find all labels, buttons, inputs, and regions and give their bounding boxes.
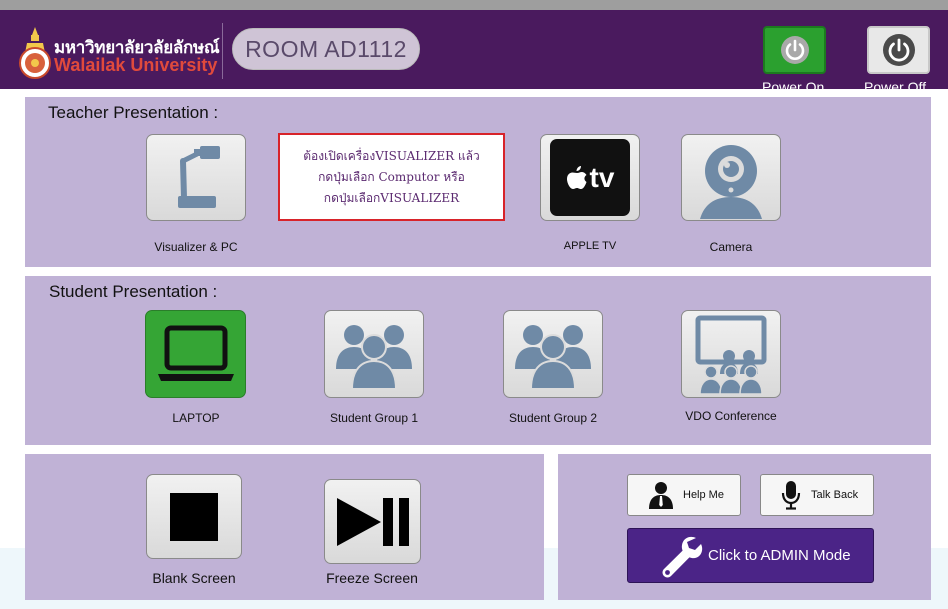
teacher-panel-title: Teacher Presentation : — [48, 103, 219, 122]
document-camera-icon — [178, 145, 220, 208]
vdo-conference-button[interactable] — [681, 310, 781, 398]
microphone-icon — [781, 481, 801, 510]
vdo-conference-label: VDO Conference — [685, 409, 777, 423]
header-divider — [222, 23, 223, 79]
stop-square-icon — [170, 492, 218, 541]
student-group-1-label: Student Group 1 — [329, 411, 419, 425]
power-icon — [882, 34, 915, 66]
apple-tv-button[interactable]: tv — [540, 134, 640, 221]
student-group-2-label: Student Group 2 — [508, 411, 598, 425]
header-bar: มหาวิทยาลัยวลัยลักษณ์ Walailak Universit… — [0, 10, 948, 95]
admin-mode-button[interactable]: Click to ADMIN Mode — [627, 528, 874, 583]
person-icon — [649, 482, 673, 509]
student-panel-title: Student Presentation : — [49, 282, 218, 301]
camera-label: Camera — [709, 240, 753, 254]
laptop-icon — [157, 325, 234, 381]
notice-line-3: กดปุ่มเลือกVISUALIZER — [323, 190, 460, 205]
help-me-button[interactable]: Help Me — [627, 474, 741, 516]
university-crest-icon — [19, 27, 51, 79]
play-pause-icon — [336, 497, 409, 546]
notice-line-1: ต้องเปิดเครื่องVISUALIZER แล้ว — [303, 148, 480, 163]
talk-back-button[interactable]: Talk Back — [760, 474, 874, 516]
apple-logo-icon — [566, 165, 587, 189]
freeze-screen-label: Freeze Screen — [326, 570, 418, 586]
student-group-1-button[interactable] — [324, 310, 424, 398]
camera-button[interactable] — [681, 134, 781, 221]
visualizer-label: Visualizer & PC — [154, 240, 238, 254]
room-badge: ROOM AD1112 — [232, 28, 420, 70]
apple-tv-label: APPLE TV — [563, 240, 617, 252]
admin-mode-label: Click to ADMIN Mode — [708, 547, 851, 564]
power-on-button[interactable] — [763, 26, 826, 74]
university-logo: มหาวิทยาลัยวลัยลักษณ์ Walailak Universit… — [14, 25, 224, 80]
freeze-screen-button[interactable] — [324, 479, 421, 564]
visualizer-button[interactable] — [146, 134, 246, 221]
top-status-strip — [0, 0, 948, 10]
screen-control-panel — [25, 454, 544, 600]
blank-screen-label: Blank Screen — [152, 570, 236, 586]
power-off-button[interactable] — [867, 26, 930, 74]
help-me-label: Help Me — [683, 489, 724, 501]
wrench-icon — [662, 536, 703, 577]
power-icon — [780, 36, 809, 64]
video-conference-icon — [695, 315, 767, 394]
webcam-icon — [700, 144, 762, 219]
talk-back-label: Talk Back — [811, 489, 859, 501]
apple-tv-icon: tv — [550, 139, 630, 216]
blank-screen-button[interactable] — [146, 474, 242, 559]
power-off-label: Power Off — [864, 79, 926, 95]
laptop-label: LAPTOP — [172, 411, 220, 425]
apple-tv-logo-text: tv — [589, 161, 615, 193]
student-group-2-button[interactable] — [503, 310, 603, 398]
people-group-icon — [515, 325, 591, 390]
laptop-button[interactable] — [145, 310, 246, 398]
power-on-label: Power On — [762, 79, 825, 95]
logo-english-text: Walailak University — [54, 55, 218, 75]
notice-line-2: กดปุ่มเลือก Computor หรือ — [318, 169, 465, 184]
visualizer-notice: ต้องเปิดเครื่องVISUALIZER แล้ว กดปุ่มเลื… — [278, 133, 505, 221]
people-group-icon — [336, 325, 412, 390]
